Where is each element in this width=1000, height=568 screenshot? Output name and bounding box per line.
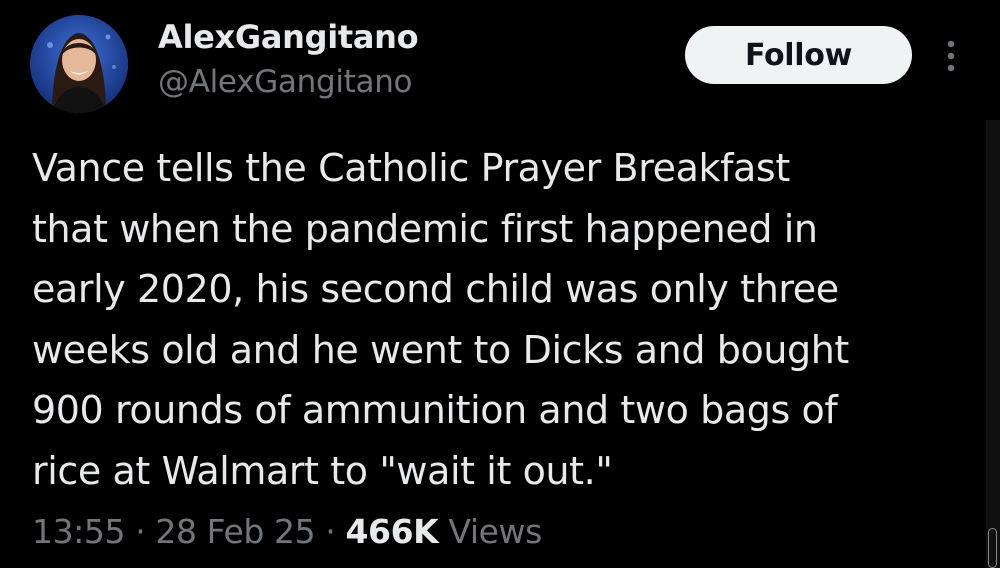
- profile-photo-icon: [30, 15, 128, 113]
- tweet-time[interactable]: 13:55: [32, 512, 126, 551]
- tweet-line: 900 rounds of ammunition and two bags of: [32, 388, 838, 432]
- tweet-date[interactable]: 28 Feb 25: [155, 512, 315, 551]
- tweet-container: AlexGangitano @AlexGangitano Follow Vanc…: [0, 0, 1000, 568]
- follow-button[interactable]: Follow: [685, 26, 912, 84]
- user-handle[interactable]: @AlexGangitano: [158, 64, 413, 100]
- display-name[interactable]: AlexGangitano: [158, 18, 419, 56]
- meta-separator: ·: [325, 512, 336, 551]
- tweet-meta: 13:55 · 28 Feb 25 · 466K Views: [32, 512, 542, 551]
- tweet-line: weeks old and he went to Dicks and bough…: [32, 327, 849, 372]
- scrollbar-thumb[interactable]: [988, 528, 997, 568]
- more-vertical-icon[interactable]: [938, 38, 964, 74]
- views-count[interactable]: 466K: [345, 512, 438, 551]
- tweet-line: early 2020, his second child was only th…: [32, 267, 839, 311]
- avatar[interactable]: [30, 15, 128, 113]
- tweet-line: that when the pandemic first happened in: [32, 206, 818, 251]
- tweet-line: Vance tells the Catholic Prayer Breakfas…: [32, 146, 790, 190]
- scrollbar-track[interactable]: [986, 120, 1000, 568]
- meta-separator: ·: [135, 512, 146, 551]
- views-label: Views: [448, 512, 542, 551]
- tweet-text: Vance tells the Catholic Prayer Breakfas…: [32, 138, 962, 501]
- tweet-line: rice at Walmart to "wait it out.": [32, 448, 613, 493]
